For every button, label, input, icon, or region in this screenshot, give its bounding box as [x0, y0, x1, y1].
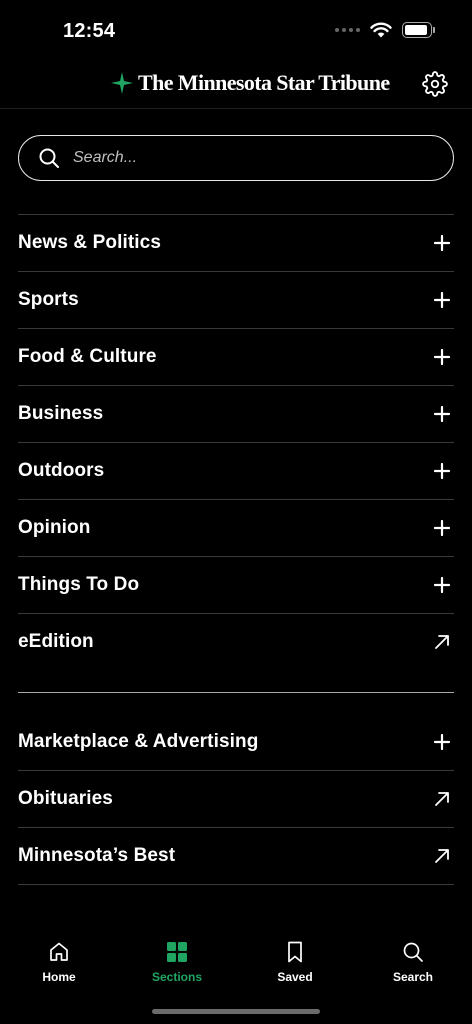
bookmark-icon [288, 941, 302, 963]
status-indicators [335, 22, 435, 38]
section-item-opinion[interactable]: Opinion [18, 500, 454, 557]
section-label: Outdoors [18, 460, 105, 481]
brand-logo[interactable]: The Minnesota Star Tribune [110, 70, 390, 96]
sections-list-secondary: Marketplace & Advertising Obituaries Min… [18, 714, 454, 885]
section-label: Obituaries [18, 788, 113, 809]
app-header: The Minnesota Star Tribune [0, 60, 472, 109]
section-item-food-culture[interactable]: Food & Culture [18, 329, 454, 386]
home-indicator[interactable] [152, 1009, 320, 1014]
bottom-tab-bar: Home Sections Saved Search [0, 930, 472, 1000]
cellular-signal-icon [335, 28, 360, 32]
plus-icon [433, 733, 451, 751]
section-group-divider [18, 692, 454, 693]
section-label: News & Politics [18, 232, 161, 253]
section-item-minnesotas-best[interactable]: Minnesota’s Best [18, 828, 454, 885]
tab-label: Saved [277, 970, 313, 984]
section-label: Marketplace & Advertising [18, 731, 259, 752]
section-label: Opinion [18, 517, 91, 538]
wifi-icon [370, 22, 392, 38]
section-item-eedition[interactable]: eEdition [18, 614, 454, 670]
status-bar: 12:54 [0, 0, 472, 60]
sections-list-primary: News & Politics Sports Food & Culture Bu… [18, 214, 454, 670]
plus-icon [433, 519, 451, 537]
search-icon [39, 148, 59, 168]
external-arrow-icon [435, 849, 449, 863]
external-arrow-icon [435, 792, 449, 806]
section-label: Minnesota’s Best [18, 845, 176, 866]
section-item-news-politics[interactable]: News & Politics [18, 215, 454, 272]
tab-home[interactable]: Home [0, 930, 118, 1000]
section-label: eEdition [18, 631, 94, 652]
section-item-business[interactable]: Business [18, 386, 454, 443]
section-item-obituaries[interactable]: Obituaries [18, 771, 454, 828]
home-icon [50, 942, 68, 961]
settings-button[interactable] [422, 71, 448, 97]
grid-icon [167, 942, 187, 962]
gear-icon [422, 71, 448, 97]
tab-search[interactable]: Search [354, 930, 472, 1000]
section-label: Business [18, 403, 104, 424]
tab-sections[interactable]: Sections [118, 930, 236, 1000]
battery-icon [402, 22, 435, 38]
status-time: 12:54 [63, 20, 116, 42]
brand-title: The Minnesota Star Tribune [138, 70, 390, 95]
plus-icon [433, 348, 451, 366]
plus-icon [433, 462, 451, 480]
section-item-outdoors[interactable]: Outdoors [18, 443, 454, 500]
section-label: Food & Culture [18, 346, 157, 367]
star-logo-icon [111, 72, 133, 94]
search-field[interactable] [18, 135, 454, 181]
tab-label: Sections [151, 970, 202, 984]
section-label: Sports [18, 289, 79, 310]
tab-saved[interactable]: Saved [236, 930, 354, 1000]
plus-icon [433, 234, 451, 252]
external-arrow-icon [435, 635, 449, 649]
plus-icon [433, 405, 451, 423]
search-input[interactable] [71, 148, 415, 168]
section-item-things-to-do[interactable]: Things To Do [18, 557, 454, 614]
tab-label: Search [392, 970, 434, 984]
plus-icon [433, 576, 451, 594]
plus-icon [433, 291, 451, 309]
section-item-sports[interactable]: Sports [18, 272, 454, 329]
section-item-marketplace-advertising[interactable]: Marketplace & Advertising [18, 714, 454, 771]
search-icon [403, 942, 423, 962]
tab-label: Home [42, 970, 76, 984]
section-label: Things To Do [18, 574, 140, 595]
